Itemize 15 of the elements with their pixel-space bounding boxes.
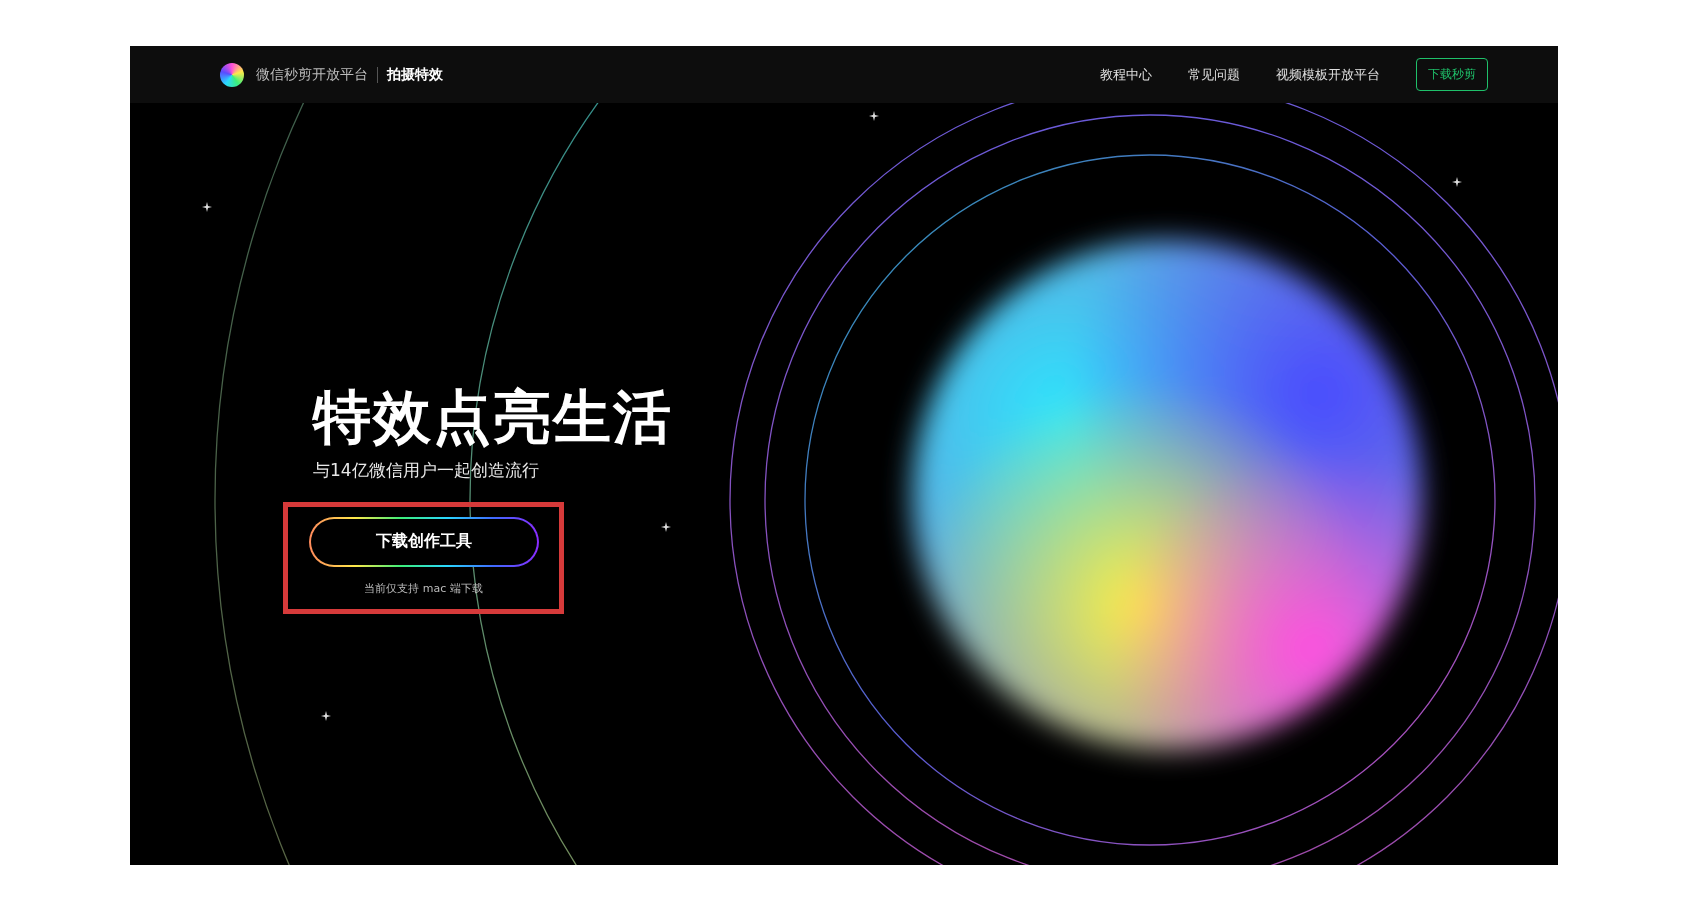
sparkle-icon [661,522,671,532]
hero-subtitle: 与14亿微信用户一起创造流行 [313,458,539,482]
nav-link[interactable]: 视频模板开放平台 [1276,65,1380,84]
nav-link[interactable]: 教程中心 [1100,65,1152,84]
platform-note: 当前仅支持 mac 端下载 [364,580,483,596]
logo-icon [220,62,244,87]
brand-name: 微信秒剪开放平台 [256,65,368,84]
download-button[interactable]: 下载秒剪 [1416,58,1488,91]
sparkle-icon [1452,177,1462,187]
nav-link[interactable]: 常见问题 [1188,65,1240,84]
section-title: 拍摄特效 [387,65,443,84]
sparkle-icon [202,202,212,212]
hero-title: 特效点亮生活 [313,383,673,453]
sparkle-icon [869,111,879,121]
sparkle-icon [321,711,331,721]
